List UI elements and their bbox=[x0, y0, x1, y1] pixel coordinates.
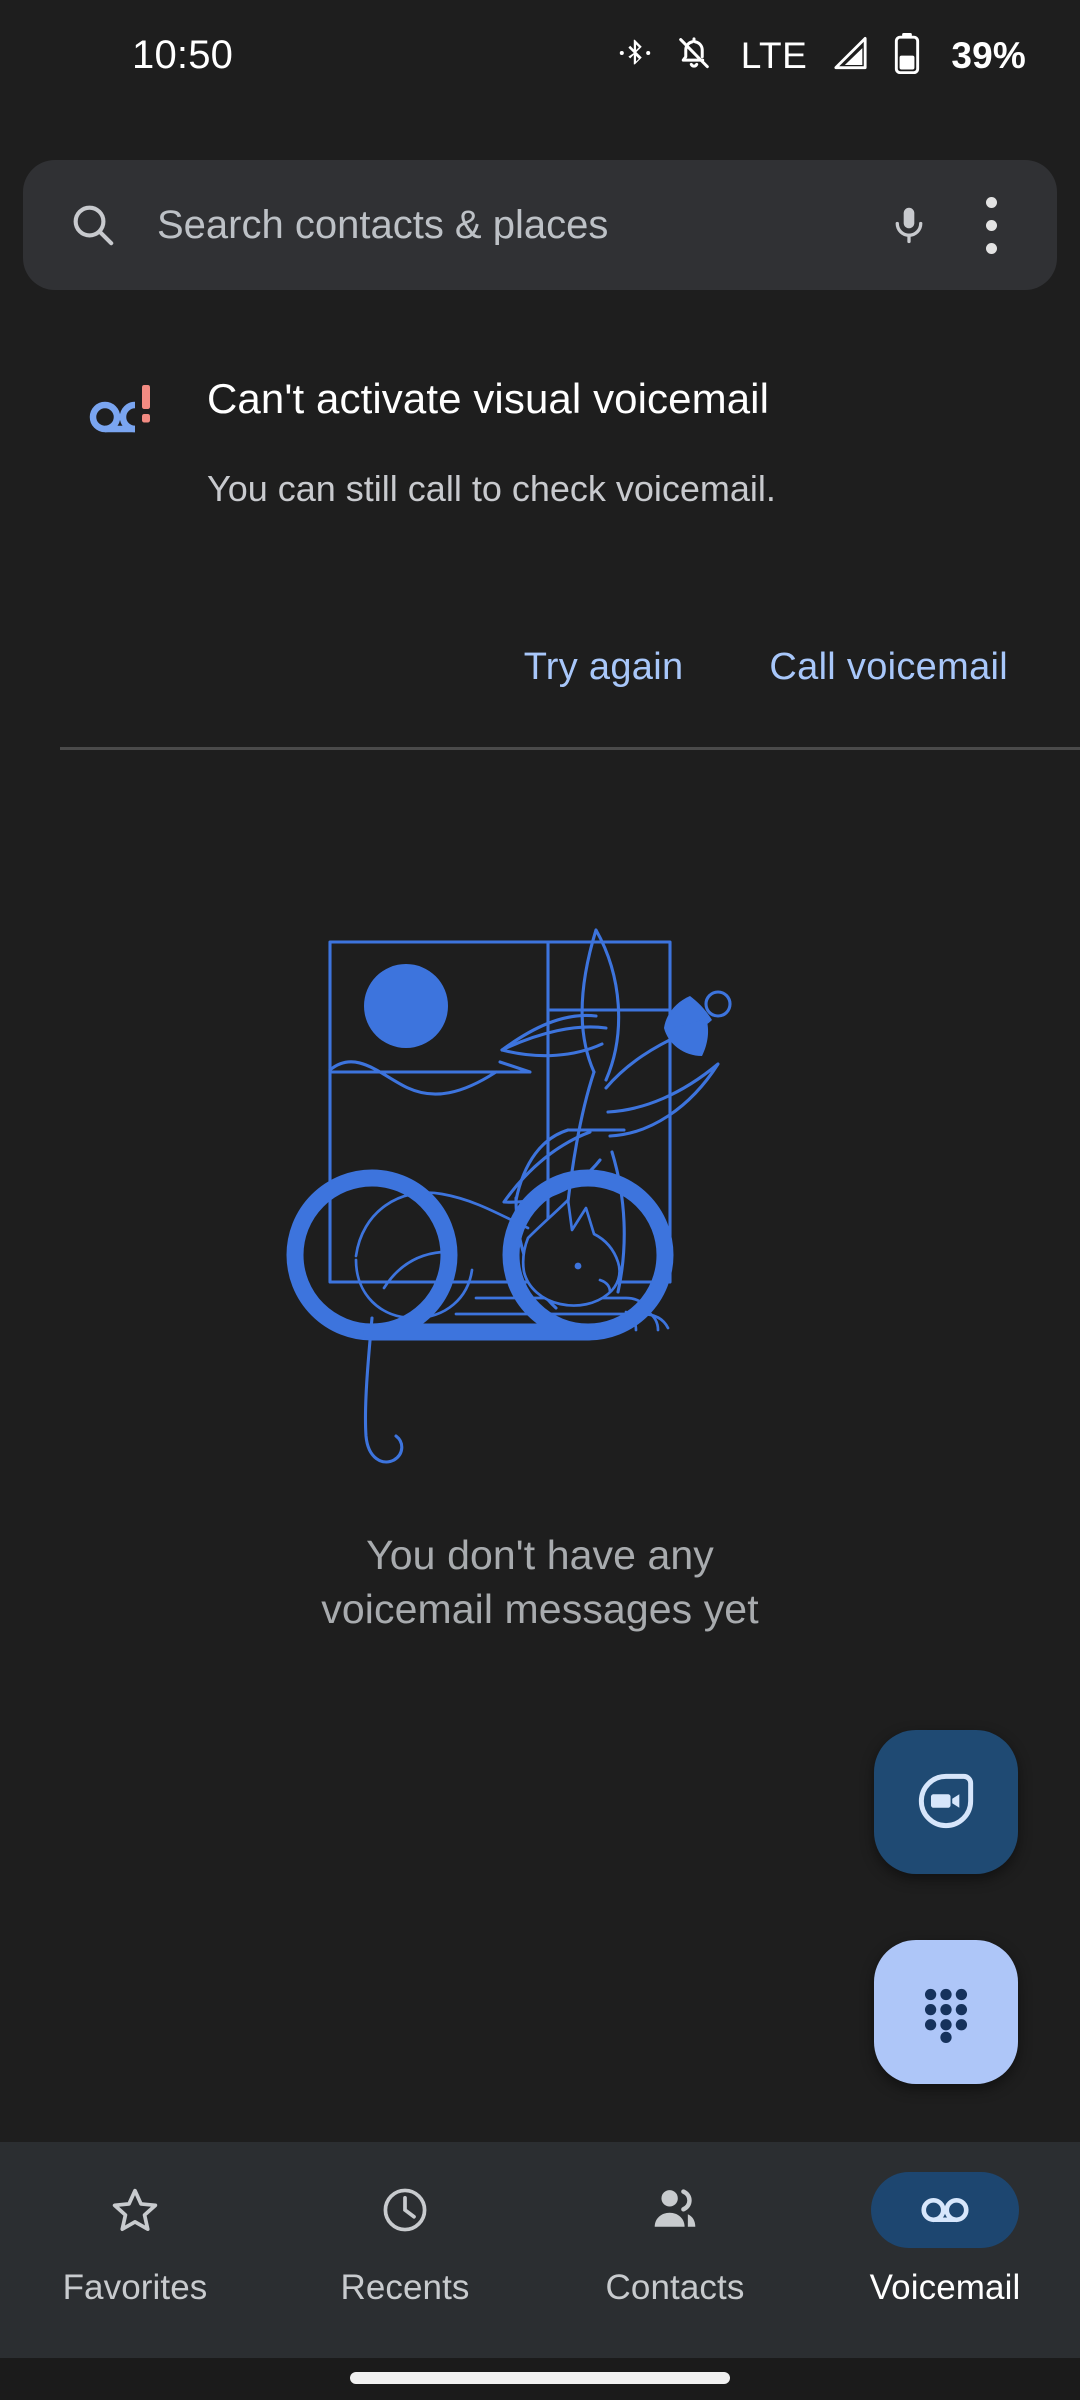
cat-window-voicemail-illustration bbox=[286, 928, 732, 1464]
nav-item-favorites[interactable]: Favorites bbox=[0, 2142, 270, 2305]
video-call-fab[interactable] bbox=[874, 1730, 1018, 1874]
nav-item-contacts[interactable]: Contacts bbox=[540, 2142, 810, 2305]
nav-label-contacts: Contacts bbox=[605, 2268, 745, 2307]
dialpad-icon bbox=[913, 1978, 979, 2047]
dialpad-fab[interactable] bbox=[874, 1940, 1018, 2084]
nav-label-voicemail: Voicemail bbox=[869, 2268, 1021, 2307]
empty-state-text: You don't have any voicemail messages ye… bbox=[321, 1528, 758, 1636]
voicemail-icon bbox=[871, 2172, 1019, 2248]
status-clock: 10:50 bbox=[132, 33, 234, 77]
flower-shape bbox=[664, 990, 732, 1056]
phone-screen: 10:50 LTE 39% Search contacts & places C… bbox=[0, 0, 1080, 2400]
battery-percentage: 39% bbox=[951, 34, 1026, 76]
sun-shape bbox=[364, 964, 448, 1048]
nav-label-favorites: Favorites bbox=[62, 2268, 208, 2307]
search-icon bbox=[67, 199, 119, 251]
cat-eye bbox=[574, 1262, 582, 1270]
error-action-row: Try again Call voicemail bbox=[0, 615, 1080, 719]
empty-state: You don't have any voicemail messages ye… bbox=[0, 900, 1080, 1636]
error-title: Can't activate visual voicemail bbox=[207, 375, 770, 422]
cat-head bbox=[521, 1198, 621, 1307]
error-subtitle: You can still call to check voicemail. bbox=[207, 468, 776, 509]
search-input[interactable]: Search contacts & places bbox=[157, 205, 873, 245]
nav-item-voicemail[interactable]: Voicemail bbox=[810, 2142, 1080, 2305]
gesture-pill[interactable] bbox=[350, 2372, 730, 2384]
clock-outline-icon bbox=[331, 2172, 479, 2248]
microphone-icon[interactable] bbox=[873, 189, 945, 261]
search-bar[interactable]: Search contacts & places bbox=[23, 160, 1057, 290]
more-vertical-icon[interactable] bbox=[959, 177, 1023, 273]
empty-state-line1: You don't have any bbox=[366, 1532, 714, 1578]
people-icon bbox=[601, 2172, 749, 2248]
status-bar: 10:50 LTE 39% bbox=[0, 0, 1080, 110]
notifications-off-icon bbox=[675, 33, 713, 78]
nav-label-recents: Recents bbox=[340, 2268, 470, 2307]
gesture-navigation-area bbox=[0, 2358, 1080, 2400]
try-again-button[interactable]: Try again bbox=[502, 634, 706, 700]
star-outline-icon bbox=[61, 2172, 209, 2248]
voicemail-alert-icon bbox=[88, 383, 162, 447]
video-camera-icon bbox=[912, 1767, 980, 1838]
call-voicemail-button[interactable]: Call voicemail bbox=[747, 634, 1030, 700]
status-icons-group: LTE 39% bbox=[617, 32, 1026, 79]
network-type-label: LTE bbox=[740, 34, 808, 76]
empty-state-line2: voicemail messages yet bbox=[321, 1586, 759, 1633]
bluetooth-icon bbox=[617, 33, 653, 78]
signal-icon bbox=[831, 33, 871, 78]
battery-icon bbox=[893, 32, 921, 79]
nav-item-recents[interactable]: Recents bbox=[270, 2142, 540, 2305]
bottom-navigation-bar: Favorites Recents Contacts Voicemail bbox=[0, 2142, 1080, 2358]
banner-divider bbox=[60, 747, 1080, 750]
